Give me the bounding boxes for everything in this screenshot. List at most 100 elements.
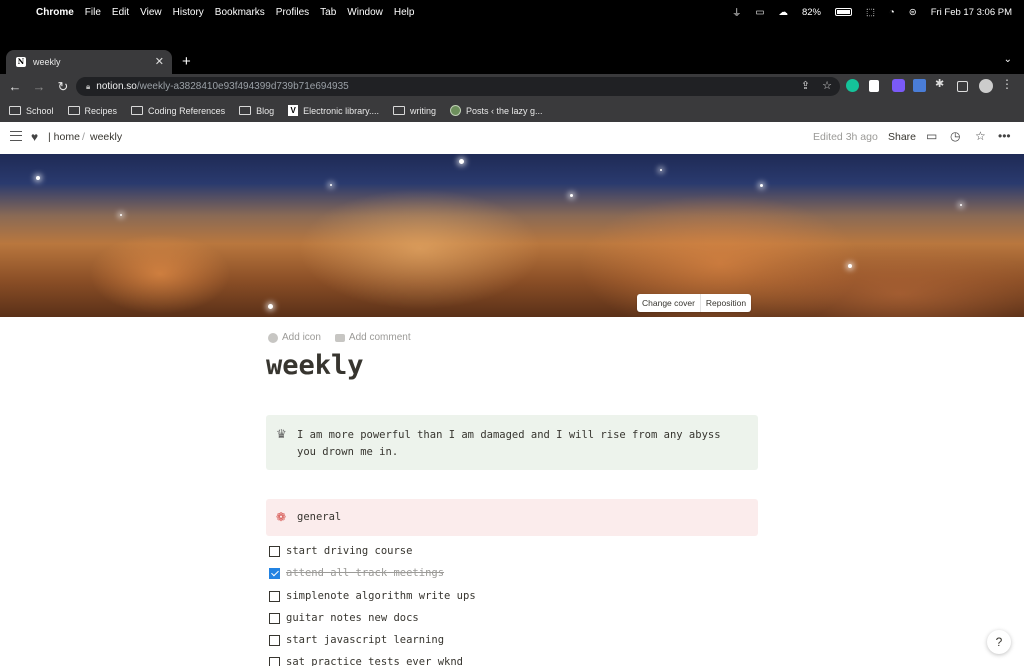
folder-icon xyxy=(392,106,405,115)
bookmark-recipes[interactable]: Recipes xyxy=(67,106,117,116)
folder-icon xyxy=(239,106,252,115)
todo-checkbox[interactable] xyxy=(269,545,280,557)
add-comment-label: Add comment xyxy=(348,332,411,343)
cover-image xyxy=(0,154,1024,317)
tab-search-chevron-icon[interactable]: ⌄ xyxy=(1004,54,1012,65)
browser-toolbar: ← → ↻ 🔒︎ notion.so/weekly-a3828410e93f49… xyxy=(0,74,1024,99)
share-page-icon[interactable]: ⇪ xyxy=(801,79,810,92)
todo-label[interactable]: start driving course xyxy=(286,545,412,557)
todo-checkbox[interactable] xyxy=(269,634,280,646)
screen-mirroring-icon[interactable]: ⬚ xyxy=(866,7,875,18)
profile-avatar-icon[interactable] xyxy=(979,79,993,93)
url-path: /weekly-a3828410e93f494399d739b71e694935 xyxy=(136,81,349,92)
menu-tab[interactable]: Tab xyxy=(320,7,345,18)
todo-item: guitar notes new docs xyxy=(269,612,419,624)
updates-clock-icon[interactable]: ◷ xyxy=(950,129,960,143)
grammarly-extension-icon[interactable] xyxy=(846,79,859,92)
add-comment-button[interactable]: Add comment xyxy=(334,332,411,343)
bookmark-coding-references[interactable]: Coding References xyxy=(131,106,225,116)
new-tab-plus-icon[interactable]: + xyxy=(182,53,191,70)
bookmark-label: Blog xyxy=(256,105,275,116)
address-bar[interactable]: 🔒︎ notion.so/weekly-a3828410e93f494399d7… xyxy=(76,77,840,96)
wifi-icon[interactable]: ◔ xyxy=(889,7,895,18)
smiley-icon xyxy=(268,332,278,343)
general-callout[interactable]: ❁ general xyxy=(266,499,758,536)
browser-tab-weekly[interactable]: N weekly ✕ xyxy=(6,50,172,74)
folder-icon xyxy=(131,106,144,115)
bookmark-electronic-library[interactable]: V Electronic library.... xyxy=(288,105,379,116)
quote-callout[interactable]: ♛ I am more powerful than I am damaged a… xyxy=(266,415,758,470)
battery-percent: 82% xyxy=(801,6,821,18)
bookmark-star-icon[interactable]: ☆ xyxy=(822,79,832,92)
flower-icon[interactable]: ❁ xyxy=(276,510,286,524)
menu-history[interactable]: History xyxy=(173,7,213,18)
todo-label[interactable]: simplenote algorithm write ups xyxy=(286,590,476,602)
v-site-icon: V xyxy=(288,105,299,116)
todo-label[interactable]: sat practice tests ever wknd xyxy=(286,656,463,666)
back-arrow-icon[interactable]: ← xyxy=(4,79,26,94)
todo-label[interactable]: attend all track meetings xyxy=(286,567,444,579)
control-center-icon[interactable]: ⊜ xyxy=(909,7,917,18)
menu-app-chrome[interactable]: Chrome xyxy=(36,7,83,18)
forward-arrow-icon[interactable]: → xyxy=(28,79,50,94)
menu-file[interactable]: File xyxy=(85,7,110,18)
notion-topbar: ♥ | home / weekly Edited 3h ago Share ▭ … xyxy=(0,122,1024,154)
crown-icon[interactable]: ♛ xyxy=(276,427,287,441)
menu-profiles[interactable]: Profiles xyxy=(276,7,318,18)
todo-label[interactable]: guitar notes new docs xyxy=(286,612,419,624)
side-panel-icon[interactable] xyxy=(957,81,968,92)
battery-icon[interactable] xyxy=(834,8,852,16)
todo-checkbox[interactable] xyxy=(269,567,280,579)
menu-view[interactable]: View xyxy=(140,7,171,18)
cloud-icon[interactable]: ☁ xyxy=(778,7,788,18)
todo-item: simplenote algorithm write ups xyxy=(269,590,476,602)
page-title[interactable]: weekly xyxy=(266,350,364,381)
translate-extension-icon[interactable] xyxy=(913,79,926,92)
add-icon-button[interactable]: Add icon xyxy=(268,332,321,343)
menu-window[interactable]: Window xyxy=(347,7,392,18)
breadcrumb-home[interactable]: | home xyxy=(48,131,80,143)
bookmark-school[interactable]: School xyxy=(9,106,54,116)
extensions-puzzle-icon[interactable]: ✱ xyxy=(935,77,948,90)
todo-label[interactable]: start javascript learning xyxy=(286,634,444,646)
todo-checkbox[interactable] xyxy=(269,612,280,624)
chrome-menu-icon[interactable]: ⋮ xyxy=(1001,77,1014,91)
menu-edit[interactable]: Edit xyxy=(112,7,138,18)
general-heading[interactable]: general xyxy=(297,511,341,523)
bookmark-writing[interactable]: writing xyxy=(392,105,436,116)
todo-checkbox[interactable] xyxy=(269,656,280,666)
bookmark-label: writing xyxy=(409,105,436,116)
lock-icon[interactable]: 🔒︎ xyxy=(86,82,90,92)
folder-icon xyxy=(9,106,21,115)
comments-icon[interactable]: ▭ xyxy=(926,129,937,143)
display-icon[interactable]: ▭ xyxy=(755,7,764,18)
bookmark-lazy-g[interactable]: Posts ‹ the lazy g... xyxy=(449,105,543,116)
status-area: ⏚ ▭ ☁ 82% ⬚ ◔ ⊜ Fri Feb 17 3:06 PM xyxy=(732,0,1012,24)
menu-help[interactable]: Help xyxy=(394,7,424,18)
favorite-star-icon[interactable]: ☆ xyxy=(975,129,986,143)
bookmark-label: Coding References xyxy=(148,105,226,116)
macos-menu-bar: Chrome File Edit View History Bookmarks … xyxy=(0,0,1024,24)
audio-icon[interactable]: ⏚ xyxy=(732,5,742,19)
edited-timestamp: Edited 3h ago xyxy=(813,131,878,143)
extension-purple-icon[interactable] xyxy=(892,79,905,92)
sidebar-menu-icon[interactable] xyxy=(10,131,22,141)
clock[interactable]: Fri Feb 17 3:06 PM xyxy=(931,7,1012,18)
reload-icon[interactable]: ↻ xyxy=(52,79,74,95)
close-tab-icon[interactable]: ✕ xyxy=(155,55,164,68)
bookmark-blog[interactable]: Blog xyxy=(239,106,274,116)
help-button[interactable]: ? xyxy=(987,630,1011,654)
more-options-icon[interactable]: ••• xyxy=(998,129,1011,143)
quote-text[interactable]: I am more powerful than I am damaged and… xyxy=(297,427,737,461)
share-button[interactable]: Share xyxy=(888,131,916,143)
menu-bookmarks[interactable]: Bookmarks xyxy=(215,7,274,18)
tab-title: weekly xyxy=(33,57,61,67)
folder-icon xyxy=(67,106,80,115)
todo-item: sat practice tests ever wknd xyxy=(269,656,463,666)
change-cover-button[interactable]: Change cover xyxy=(637,294,700,312)
todo-checkbox[interactable] xyxy=(269,590,280,602)
breadcrumb-weekly[interactable]: weekly xyxy=(90,131,122,143)
heart-page-icon: ♥ xyxy=(31,130,39,144)
extension-doc-icon[interactable] xyxy=(869,80,879,92)
reposition-button[interactable]: Reposition xyxy=(699,294,751,312)
